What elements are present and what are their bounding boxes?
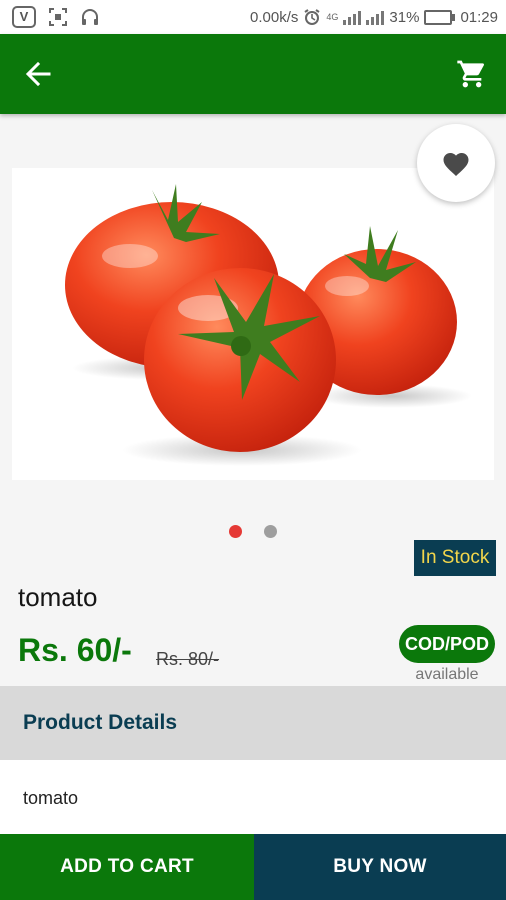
cart-button[interactable] xyxy=(452,54,492,94)
product-details-body: tomato xyxy=(0,760,506,834)
favorite-button[interactable] xyxy=(417,124,495,202)
stock-status-badge: In Stock xyxy=(414,540,496,576)
product-name: tomato xyxy=(18,582,98,612)
bottom-action-bar: ADD TO CART BUY NOW xyxy=(0,834,506,900)
status-bar: V 0.00k/s 4G 31% 01:29 xyxy=(0,0,506,34)
tomatoes-image xyxy=(65,184,472,466)
battery-icon xyxy=(424,9,456,25)
network-type-label: 4G xyxy=(326,11,339,22)
product-description: tomato xyxy=(23,788,79,808)
back-button[interactable] xyxy=(20,56,56,92)
add-to-cart-button[interactable]: ADD TO CART xyxy=(0,834,254,900)
arrow-left-icon xyxy=(25,61,51,87)
network-speed: 0.00k/s xyxy=(250,8,299,26)
signal-strength-icon xyxy=(366,9,385,25)
original-price: Rs. 80/- xyxy=(156,649,220,669)
buy-now-button[interactable]: BUY NOW xyxy=(254,834,506,900)
signal-strength-icon xyxy=(343,9,362,25)
headphones-icon xyxy=(80,7,100,27)
app-notification-icon: V xyxy=(12,6,36,28)
cod-badge: COD/POD xyxy=(399,625,495,663)
product-image[interactable] xyxy=(12,168,494,480)
alarm-icon xyxy=(303,8,321,26)
carousel-dot[interactable] xyxy=(264,525,277,538)
product-details-header: Product Details xyxy=(0,686,506,760)
product-details-title: Product Details xyxy=(23,711,178,734)
carousel-dot-active[interactable] xyxy=(229,525,242,538)
cod-availability: available xyxy=(415,666,479,683)
product-price: Rs. 60/- xyxy=(18,632,132,668)
shopping-cart-icon xyxy=(457,60,485,88)
carousel-indicator xyxy=(229,525,277,538)
heart-icon xyxy=(443,153,469,176)
screenshot-icon xyxy=(48,7,68,27)
app-bar xyxy=(0,34,506,114)
clock: 01:29 xyxy=(460,8,498,26)
battery-percent: 31% xyxy=(389,8,420,26)
